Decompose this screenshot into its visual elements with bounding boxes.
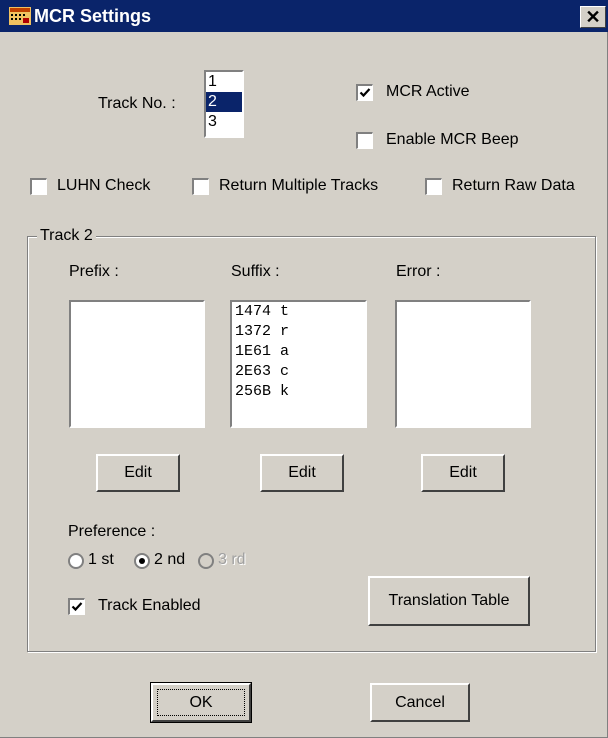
app-icon <box>9 7 31 25</box>
preference-3rd-radio <box>198 553 214 569</box>
suffix-item[interactable]: 2E63 c <box>232 362 365 382</box>
prefix-listbox[interactable] <box>69 300 205 428</box>
cancel-label: Cancel <box>395 694 445 711</box>
preference-2nd-label: 2 nd <box>154 551 186 568</box>
suffix-item[interactable]: 1372 r <box>232 322 365 342</box>
track-no-item-3[interactable]: 3 <box>206 112 242 132</box>
error-label: Error : <box>396 263 441 280</box>
translation-table-button[interactable]: Translation Table <box>368 576 530 626</box>
suffix-item[interactable]: 256B k <box>232 382 365 402</box>
return-raw-data-label: Return Raw Data <box>452 177 575 194</box>
prefix-edit-button[interactable]: Edit <box>96 454 180 492</box>
track-enabled-label: Track Enabled <box>98 597 201 614</box>
window-title: MCR Settings <box>34 6 151 26</box>
track-no-listbox[interactable]: 1 2 3 <box>204 70 244 138</box>
mcr-active-label: MCR Active <box>386 83 470 100</box>
preference-label: Preference : <box>68 523 156 540</box>
track-enabled-checkbox[interactable] <box>68 598 85 615</box>
title-bar: MCR Settings ✕ <box>0 0 608 32</box>
mcr-settings-dialog: MCR Settings ✕ Track No. : 1 2 3 MCR Act… <box>0 0 608 738</box>
track-no-item-2[interactable]: 2 <box>206 92 242 112</box>
preference-1st-radio[interactable] <box>68 553 84 569</box>
suffix-label: Suffix : <box>231 263 280 280</box>
radio-selected-dot <box>139 558 145 564</box>
error-edit-label: Edit <box>449 464 477 481</box>
preference-2nd-radio[interactable] <box>134 553 150 569</box>
suffix-item[interactable]: 1474 t <box>232 302 365 322</box>
error-listbox[interactable] <box>395 300 531 428</box>
luhn-check-label: LUHN Check <box>57 177 151 194</box>
enable-mcr-beep-checkbox[interactable] <box>356 132 373 149</box>
return-raw-data-checkbox[interactable] <box>425 178 442 195</box>
suffix-listbox[interactable]: 1474 t 1372 r 1E61 a 2E63 c 256B k <box>230 300 367 428</box>
track-no-label: Track No. : <box>98 95 176 112</box>
close-button[interactable]: ✕ <box>580 6 606 28</box>
track-no-item-1[interactable]: 1 <box>206 72 242 92</box>
suffix-item[interactable]: 1E61 a <box>232 342 365 362</box>
enable-mcr-beep-label: Enable MCR Beep <box>386 131 519 148</box>
suffix-edit-label: Edit <box>288 464 316 481</box>
preference-3rd-label: 3 rd <box>218 551 246 568</box>
luhn-check-checkbox[interactable] <box>30 178 47 195</box>
cancel-button[interactable]: Cancel <box>370 683 470 722</box>
checkmark-icon <box>359 88 371 98</box>
prefix-edit-label: Edit <box>124 464 152 481</box>
suffix-edit-button[interactable]: Edit <box>260 454 344 492</box>
preference-1st-label: 1 st <box>88 551 114 568</box>
checkmark-icon <box>71 602 83 612</box>
ok-button[interactable]: OK <box>150 682 252 723</box>
translation-table-label: Translation Table <box>388 592 510 609</box>
prefix-label: Prefix : <box>69 263 119 280</box>
track-group-title: Track 2 <box>37 226 96 246</box>
mcr-active-checkbox[interactable] <box>356 84 373 101</box>
close-icon: ✕ <box>585 7 601 27</box>
return-multiple-tracks-checkbox[interactable] <box>192 178 209 195</box>
ok-label: OK <box>189 694 213 711</box>
return-multiple-tracks-label: Return Multiple Tracks <box>219 177 379 194</box>
error-edit-button[interactable]: Edit <box>421 454 505 492</box>
